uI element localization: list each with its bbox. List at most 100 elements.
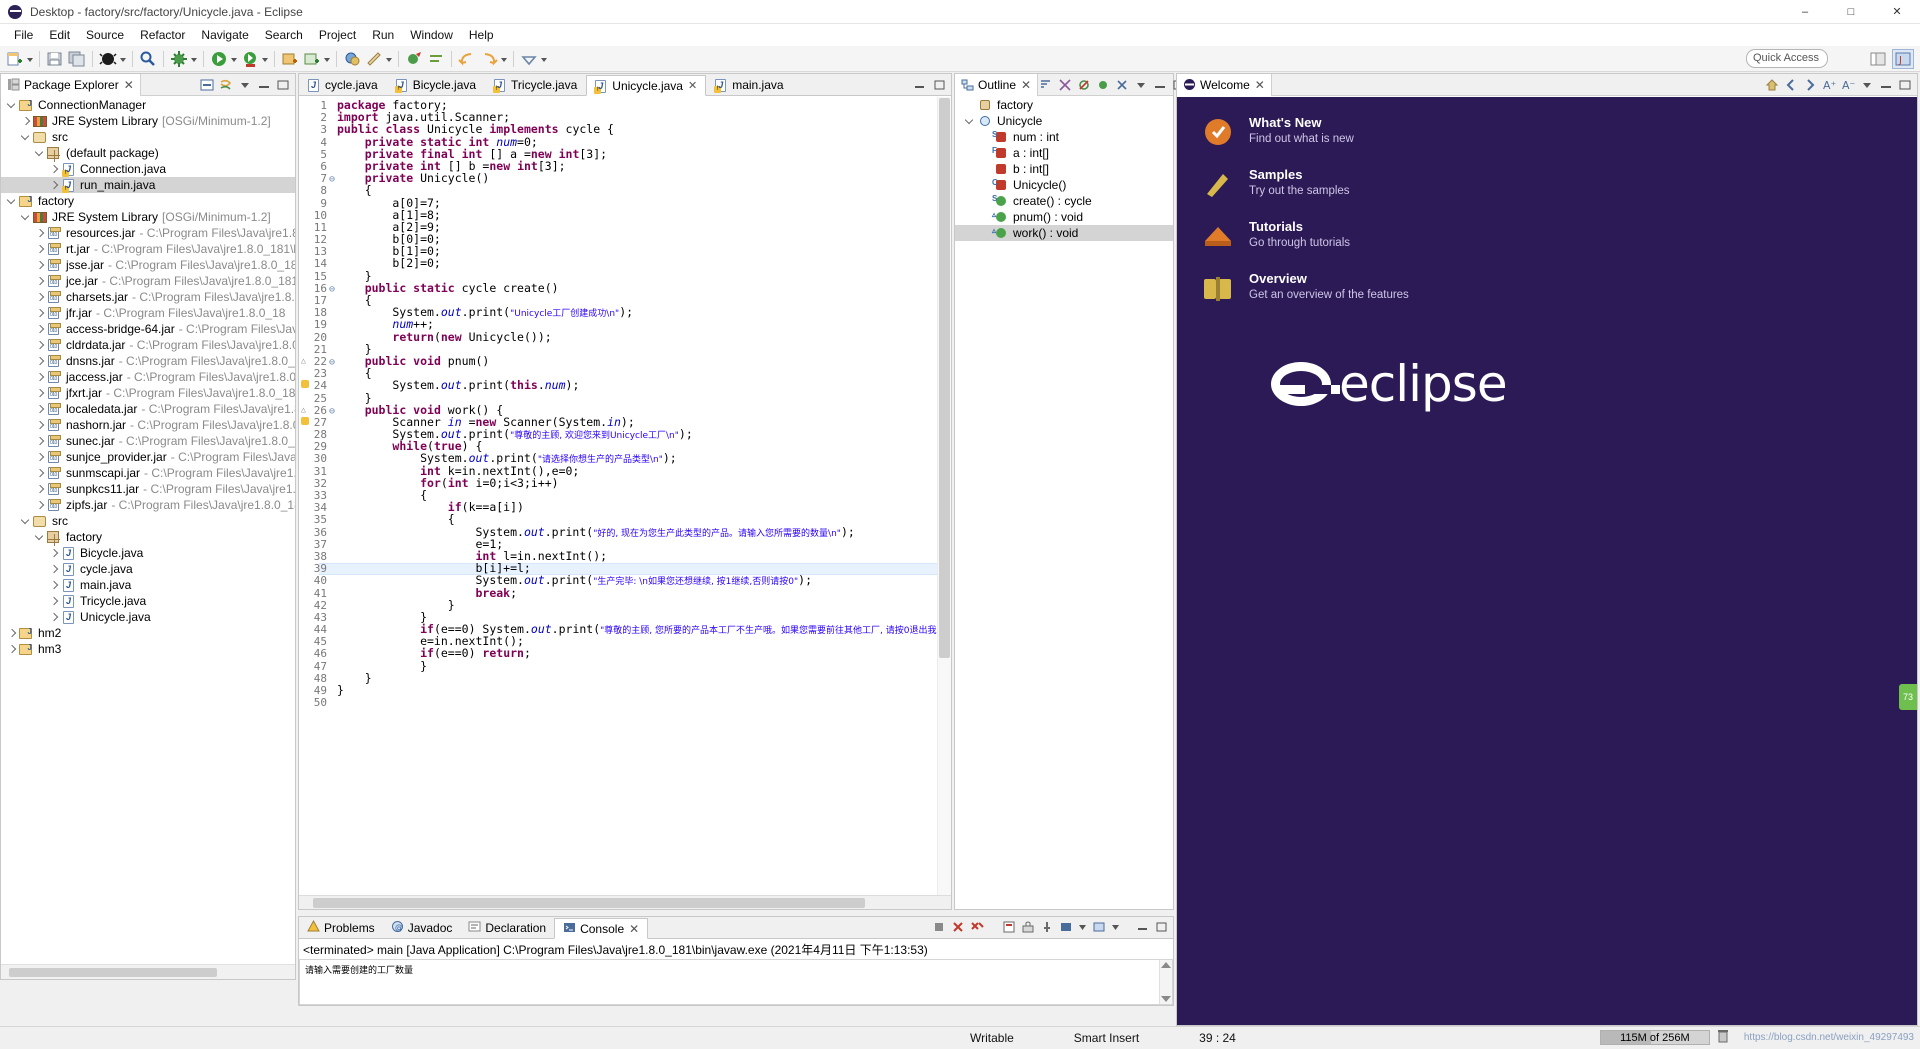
external-tools-icon[interactable]	[169, 49, 189, 69]
minimize-view-icon[interactable]	[1136, 920, 1150, 937]
bottom-tab-problems[interactable]: Problems	[299, 917, 383, 938]
editor-tab-main-java[interactable]: main.java	[706, 74, 792, 95]
chevron-right-icon[interactable]	[33, 497, 47, 513]
tree-item-nashorn-jar[interactable]: nashorn.jar- C:\Program Files\Java\jre1.…	[1, 417, 295, 433]
scroll-up-arrow-icon[interactable]	[1161, 962, 1171, 968]
open-console-icon[interactable]	[1092, 920, 1106, 937]
new-package-icon[interactable]	[302, 49, 322, 69]
chevron-right-icon[interactable]	[33, 337, 47, 353]
tab-package-explorer[interactable]: Package Explorer ✕	[1, 73, 141, 96]
chevron-right-icon[interactable]	[33, 241, 47, 257]
tree-item-src[interactable]: src	[1, 129, 295, 145]
menu-navigate[interactable]: Navigate	[193, 26, 256, 44]
close-icon[interactable]: ✕	[629, 922, 639, 936]
back-icon[interactable]	[457, 49, 477, 69]
chevron-down-icon[interactable]	[963, 113, 977, 129]
source-code[interactable]: 1 package factory; 2 import java.util.Scann…	[299, 97, 951, 895]
scrollbar-thumb[interactable]	[9, 968, 217, 977]
scrollbar-thumb[interactable]	[939, 98, 950, 658]
chevron-down-icon[interactable]	[1111, 920, 1120, 937]
terminate-icon[interactable]	[932, 920, 946, 937]
hide-fields-icon[interactable]	[1057, 77, 1073, 93]
chevron-right-icon[interactable]	[33, 305, 47, 321]
console-vscrollbar[interactable]	[1159, 960, 1172, 1004]
outline-item-create-----cycle[interactable]: Screate() : cycle	[955, 193, 1173, 209]
package-explorer-hscrollbar[interactable]	[1, 964, 295, 979]
close-icon[interactable]: ✕	[688, 79, 697, 92]
tree-item-jsse-jar[interactable]: jsse.jar- C:\Program Files\Java\jre1.8.0…	[1, 257, 295, 273]
tree-item-dnsns-jar[interactable]: dnsns.jar- C:\Program Files\Java\jre1.8.…	[1, 353, 295, 369]
run-icon[interactable]	[209, 49, 229, 69]
view-menu-icon[interactable]	[1133, 77, 1149, 93]
chevron-down-icon[interactable]	[19, 513, 33, 529]
tree-item-jaccess-jar[interactable]: jaccess.jar- C:\Program Files\Java\jre1.…	[1, 369, 295, 385]
chevron-right-icon[interactable]	[33, 273, 47, 289]
bottom-tab-javadoc[interactable]: @ Javadoc	[383, 917, 461, 938]
editor-body[interactable]: 1 package factory; 2 import java.util.Scann…	[299, 97, 951, 909]
close-icon[interactable]: ✕	[124, 78, 134, 92]
chevron-right-icon[interactable]	[47, 161, 61, 177]
chevron-right-icon[interactable]	[47, 609, 61, 625]
chevron-down-icon[interactable]	[1078, 920, 1087, 937]
tree-item-jre-system-library[interactable]: JRE System Library [OSGi/Minimum-1.2]	[1, 113, 295, 129]
editor-tab-bicycle-java[interactable]: Bicycle.java	[387, 74, 485, 95]
tree-item-sunpkcs11-jar[interactable]: sunpkcs11.jar- C:\Program Files\Java\jre…	[1, 481, 295, 497]
open-type-icon[interactable]	[342, 49, 362, 69]
ruler-icon[interactable]	[364, 49, 384, 69]
tree-item-cldrdata-jar[interactable]: cldrdata.jar- C:\Program Files\Java\jre1…	[1, 337, 295, 353]
debug-dropdown-icon[interactable]	[119, 49, 128, 69]
heap-status-indicator[interactable]: 115M of 256M	[1599, 1030, 1710, 1045]
menu-file[interactable]: File	[6, 26, 41, 44]
chevron-down-icon[interactable]	[5, 193, 19, 209]
menu-search[interactable]: Search	[257, 26, 311, 44]
chevron-right-icon[interactable]	[5, 641, 19, 657]
collapse-all-icon[interactable]	[199, 77, 215, 93]
new-java-project-icon[interactable]	[280, 49, 300, 69]
chevron-down-icon[interactable]	[19, 209, 33, 225]
ruler-dropdown-icon[interactable]	[385, 49, 394, 69]
tree-item-unicycle-java[interactable]: Unicycle.java	[1, 609, 295, 625]
minimize-view-icon[interactable]	[1878, 77, 1894, 93]
editor-tab-tricycle-java[interactable]: Tricycle.java	[485, 74, 586, 95]
zoom-in-icon[interactable]: A⁺	[1821, 77, 1837, 93]
open-perspective-button[interactable]	[1867, 49, 1889, 69]
chevron-right-icon[interactable]	[33, 433, 47, 449]
search-icon[interactable]	[138, 49, 158, 69]
chevron-right-icon[interactable]	[5, 625, 19, 641]
minimize-view-icon[interactable]	[256, 77, 272, 93]
next-annotation-icon[interactable]	[426, 49, 446, 69]
maximize-button[interactable]: □	[1828, 0, 1874, 24]
tree-item--default-package-[interactable]: (default package)	[1, 145, 295, 162]
tree-item-tricycle-java[interactable]: Tricycle.java	[1, 593, 295, 609]
run-dropdown-icon[interactable]	[230, 49, 239, 69]
outline-item-pnum-----void[interactable]: ▵ pnum() : void	[955, 209, 1173, 225]
menu-help[interactable]: Help	[461, 26, 502, 44]
save-icon[interactable]	[45, 49, 65, 69]
chevron-right-icon[interactable]	[47, 577, 61, 593]
welcome-item-tutorials[interactable]: Tutorials Go through tutorials	[1201, 219, 1917, 253]
tree-item-jfr-jar[interactable]: jfr.jar- C:\Program Files\Java\jre1.8.0_…	[1, 305, 295, 321]
new-wizard-icon[interactable]	[5, 49, 25, 69]
tree-item-rt-jar[interactable]: rt.jar - C:\Program Files\Java\jre1.8.0_1…	[1, 241, 295, 257]
maximize-view-icon[interactable]	[275, 77, 291, 93]
tree-item-hm3[interactable]: hm3	[1, 641, 295, 657]
chevron-right-icon[interactable]	[33, 353, 47, 369]
new-package-dropdown-icon[interactable]	[323, 49, 332, 69]
editor-tab-unicycle-java[interactable]: Unicycle.java ✕	[586, 75, 707, 96]
debug-icon[interactable]	[98, 49, 118, 69]
chevron-right-icon[interactable]	[33, 321, 47, 337]
outline-item-unicycle[interactable]: Unicycle	[955, 113, 1173, 129]
zoom-out-icon[interactable]: A⁻	[1840, 77, 1856, 93]
tree-item-sunec-jar[interactable]: sunec.jar- C:\Program Files\Java\jre1.8.…	[1, 433, 295, 449]
chevron-right-icon[interactable]	[33, 225, 47, 241]
close-icon[interactable]: ✕	[1021, 78, 1031, 92]
tree-item-run-main-java[interactable]: run_main.java	[1, 177, 295, 193]
tree-item-localedata-jar[interactable]: localedata.jar- C:\Program Files\Java\jr…	[1, 401, 295, 417]
tree-item-jce-jar[interactable]: jce.jar- C:\Program Files\Java\jre1.8.0_…	[1, 273, 295, 289]
tree-item-sunmscapi-jar[interactable]: sunmscapi.jar- C:\Program Files\Java\jre…	[1, 465, 295, 481]
menu-source[interactable]: Source	[78, 26, 132, 44]
tree-item-bicycle-java[interactable]: Bicycle.java	[1, 545, 295, 561]
tab-outline[interactable]: Outline ✕	[955, 73, 1039, 96]
view-menu-icon[interactable]	[1859, 77, 1875, 93]
tree-item-zipfs-jar[interactable]: zipfs.jar- C:\Program Files\Java\jre1.8.…	[1, 497, 295, 513]
